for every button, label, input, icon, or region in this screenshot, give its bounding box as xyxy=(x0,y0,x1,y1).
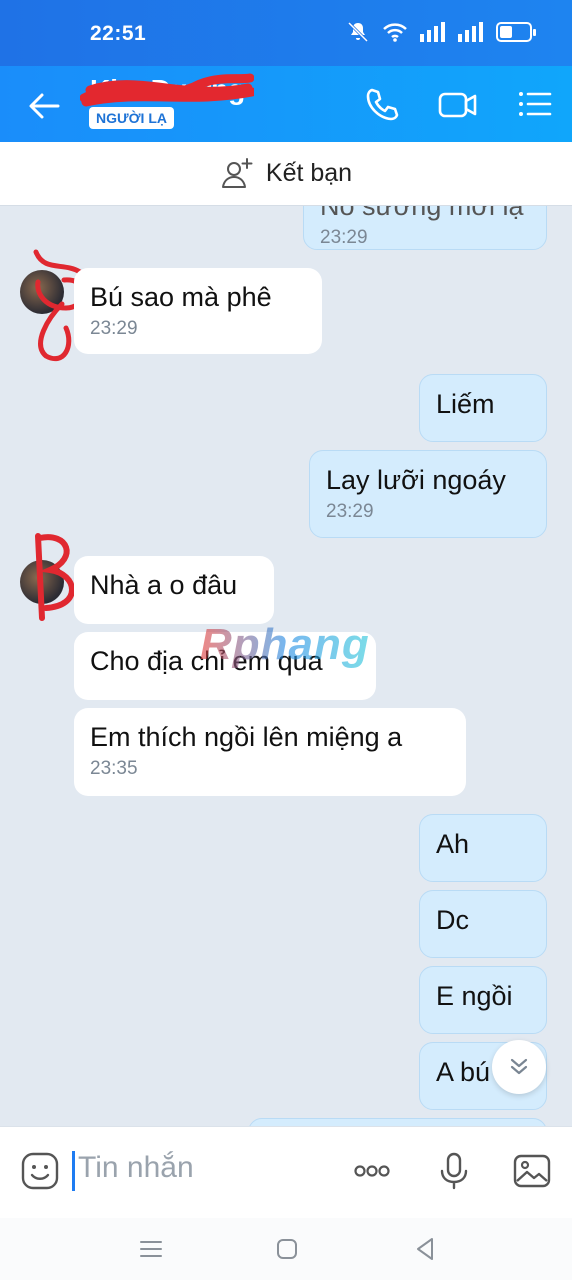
message-bubble-outgoing[interactable]: Dc xyxy=(419,890,547,958)
signal-icon-2 xyxy=(458,22,483,42)
message-text: A bú xyxy=(436,1057,491,1087)
home-icon[interactable] xyxy=(272,1234,302,1264)
message-bubble-outgoing[interactable]: Nó sướng mới lạ 23:29 xyxy=(303,206,547,250)
status-bar: 22:51 xyxy=(0,0,572,66)
image-gallery-icon[interactable] xyxy=(512,1151,552,1191)
video-call-icon[interactable] xyxy=(438,84,478,124)
add-friend-label: Kết bạn xyxy=(265,159,353,187)
message-bubble-outgoing[interactable]: Lay lưỡi ngoáy 23:29 xyxy=(309,450,547,538)
message-composer: Tin nhắn xyxy=(0,1126,572,1218)
microphone-icon[interactable] xyxy=(434,1151,474,1191)
emoji-sticker-icon[interactable] xyxy=(20,1151,60,1191)
mute-icon xyxy=(347,21,369,43)
message-bubble-outgoing[interactable]: Liếm xyxy=(419,374,547,442)
wifi-icon xyxy=(383,23,407,42)
battery-icon xyxy=(496,22,536,42)
more-options-icon[interactable] xyxy=(352,1151,392,1191)
double-chevron-down-icon xyxy=(510,1058,528,1075)
add-friend-icon xyxy=(221,157,253,188)
phone-call-icon[interactable] xyxy=(362,84,402,124)
message-time: 23:35 xyxy=(90,758,138,779)
contact-avatar[interactable] xyxy=(20,560,64,604)
message-bubble-incoming[interactable]: Em thích ngồi lên miệng a 23:35 xyxy=(74,708,466,796)
message-time: 23:29 xyxy=(90,318,138,339)
signal-icon xyxy=(420,22,445,42)
message-text: Nó sướng mới lạ xyxy=(320,206,524,221)
system-navigation-bar xyxy=(0,1218,572,1280)
message-list[interactable]: Nó sướng mới lạ 23:29 Bú sao mà phê 23:2… xyxy=(0,206,572,1126)
message-bubble-incoming[interactable]: Bú sao mà phê 23:29 xyxy=(74,268,322,354)
message-bubble-outgoing[interactable] xyxy=(248,1118,547,1126)
message-text: Bú sao mà phê xyxy=(90,282,272,312)
status-icons xyxy=(346,20,536,44)
text-caret xyxy=(72,1151,75,1191)
watermark-text: Rphang xyxy=(200,620,370,669)
message-text: Ah xyxy=(436,829,470,859)
back-nav-icon[interactable] xyxy=(410,1234,440,1264)
recent-apps-icon[interactable] xyxy=(136,1234,166,1264)
back-arrow-icon[interactable] xyxy=(24,86,64,126)
message-input[interactable]: Tin nhắn xyxy=(78,1151,194,1185)
message-text: Liếm xyxy=(436,389,495,419)
message-bubble-outgoing[interactable]: Ah xyxy=(419,814,547,882)
message-text: Lay lưỡi ngoáy xyxy=(326,465,506,495)
message-time: 23:29 xyxy=(320,227,368,248)
chat-header: Kim Dương NGƯỜI LẠ xyxy=(0,66,572,142)
redaction-scribble xyxy=(80,73,254,107)
scroll-to-bottom-button[interactable] xyxy=(492,1040,546,1094)
message-bubble-outgoing[interactable]: E ngồi xyxy=(419,966,547,1034)
message-time: 23:29 xyxy=(326,501,374,522)
message-text: E ngồi xyxy=(436,981,513,1011)
contact-avatar[interactable] xyxy=(20,270,64,314)
message-text: Nhà a o đâu xyxy=(90,570,238,600)
stranger-badge: NGƯỜI LẠ xyxy=(89,107,174,129)
status-time: 22:51 xyxy=(90,22,147,45)
add-friend-button[interactable]: Kết bạn xyxy=(0,142,572,206)
message-text: Dc xyxy=(436,905,469,935)
message-bubble-incoming[interactable]: Nhà a o đâu xyxy=(74,556,274,624)
menu-list-icon[interactable] xyxy=(514,84,554,124)
message-text: Em thích ngồi lên miệng a xyxy=(90,722,403,752)
